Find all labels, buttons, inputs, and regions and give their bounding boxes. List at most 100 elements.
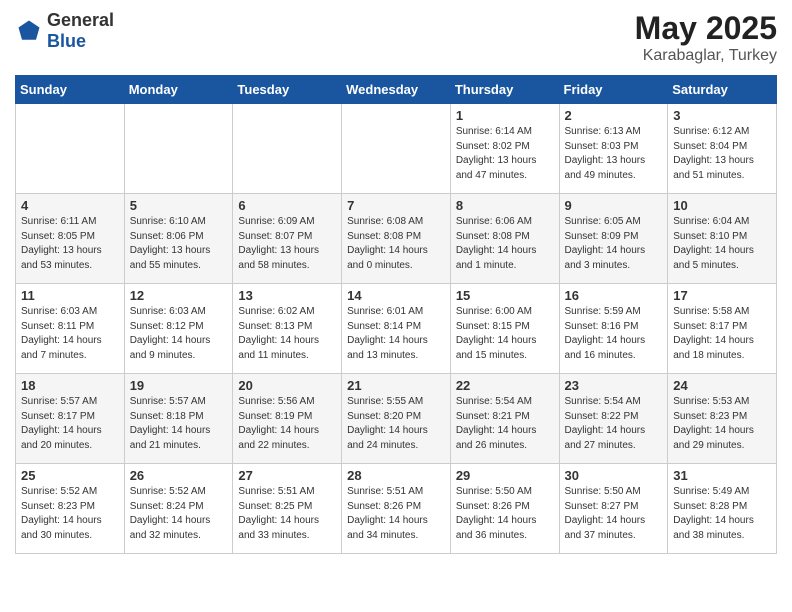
day-info: Sunrise: 6:13 AM Sunset: 8:03 PM Dayligh… (565, 125, 663, 183)
week-row-2: 4 Sunrise: 6:11 AM Sunset: 8:05 PM Daylig… (16, 194, 777, 284)
day-number: 7 (347, 198, 445, 213)
day-number: 16 (565, 288, 663, 303)
day-cell: 31 Sunrise: 5:49 AM Sunset: 8:28 PM Dayli… (668, 464, 777, 554)
day-number: 24 (673, 378, 771, 393)
day-info: Sunrise: 5:51 AM Sunset: 8:26 PM Dayligh… (347, 485, 445, 543)
day-number: 9 (565, 198, 663, 213)
day-number: 30 (565, 468, 663, 483)
day-cell: 11Sunrise: 6:03 AM Sunset: 8:11 PM Dayli… (16, 284, 125, 374)
day-info: Sunrise: 5:52 AM Sunset: 8:23 PM Dayligh… (21, 485, 119, 543)
day-cell: 1Sunrise: 6:14 AM Sunset: 8:02 PM Daylig… (450, 104, 559, 194)
calendar-title: May 2025 (635, 10, 777, 47)
day-info: Sunrise: 5:59 AM Sunset: 8:16 PM Dayligh… (565, 305, 663, 363)
day-cell: 13 Sunrise: 6:02 AM Sunset: 8:13 PM Dayli… (233, 284, 342, 374)
calendar-table: SundayMondayTuesdayWednesdayThursdayFrid… (15, 75, 777, 554)
day-number: 25 (21, 468, 119, 483)
day-info: Sunrise: 6:03 AM Sunset: 8:11 PM Dayligh… (21, 305, 119, 363)
calendar-location: Karabaglar, Turkey (635, 47, 777, 65)
day-cell: 24 Sunrise: 5:53 AM Sunset: 8:23 PM Dayli… (668, 374, 777, 464)
week-row-5: 25 Sunrise: 5:52 AM Sunset: 8:23 PM Dayli… (16, 464, 777, 554)
day-cell (342, 104, 451, 194)
day-cell: 29 Sunrise: 5:50 AM Sunset: 8:26 PM Dayli… (450, 464, 559, 554)
day-cell: 25 Sunrise: 5:52 AM Sunset: 8:23 PM Dayli… (16, 464, 125, 554)
day-info: Sunrise: 5:50 AM Sunset: 8:26 PM Dayligh… (456, 485, 554, 543)
logo-general-text: General (47, 10, 114, 30)
day-info: Sunrise: 5:54 AM Sunset: 8:21 PM Dayligh… (456, 395, 554, 453)
day-number: 22 (456, 378, 554, 393)
day-cell: 8 Sunrise: 6:06 AM Sunset: 8:08 PM Daylig… (450, 194, 559, 284)
day-info: Sunrise: 5:50 AM Sunset: 8:27 PM Dayligh… (565, 485, 663, 543)
day-info: Sunrise: 5:54 AM Sunset: 8:22 PM Dayligh… (565, 395, 663, 453)
logo-icon (15, 17, 43, 45)
day-number: 13 (238, 288, 336, 303)
day-cell: 2 Sunrise: 6:13 AM Sunset: 8:03 PM Daylig… (559, 104, 668, 194)
day-number: 31 (673, 468, 771, 483)
day-cell: 16 Sunrise: 5:59 AM Sunset: 8:16 PM Dayli… (559, 284, 668, 374)
week-row-4: 18 Sunrise: 5:57 AM Sunset: 8:17 PM Dayli… (16, 374, 777, 464)
day-info: Sunrise: 6:06 AM Sunset: 8:08 PM Dayligh… (456, 215, 554, 273)
day-number: 28 (347, 468, 445, 483)
day-cell: 26 Sunrise: 5:52 AM Sunset: 8:24 PM Dayli… (124, 464, 233, 554)
day-number: 12 (130, 288, 228, 303)
day-info: Sunrise: 6:04 AM Sunset: 8:10 PM Dayligh… (673, 215, 771, 273)
day-number: 3 (673, 108, 771, 123)
day-cell: 20Sunrise: 5:56 AM Sunset: 8:19 PM Dayli… (233, 374, 342, 464)
day-cell (124, 104, 233, 194)
day-cell: 6 Sunrise: 6:09 AM Sunset: 8:07 PM Daylig… (233, 194, 342, 284)
day-info: Sunrise: 6:10 AM Sunset: 8:06 PM Dayligh… (130, 215, 228, 273)
day-cell: 12Sunrise: 6:03 AM Sunset: 8:12 PM Dayli… (124, 284, 233, 374)
day-info: Sunrise: 5:58 AM Sunset: 8:17 PM Dayligh… (673, 305, 771, 363)
day-number: 18 (21, 378, 119, 393)
day-number: 5 (130, 198, 228, 213)
day-info: Sunrise: 6:11 AM Sunset: 8:05 PM Dayligh… (21, 215, 119, 273)
weekday-header-saturday: Saturday (668, 76, 777, 104)
day-cell: 21Sunrise: 5:55 AM Sunset: 8:20 PM Dayli… (342, 374, 451, 464)
day-number: 1 (456, 108, 554, 123)
day-cell: 27Sunrise: 5:51 AM Sunset: 8:25 PM Dayli… (233, 464, 342, 554)
day-number: 21 (347, 378, 445, 393)
day-number: 14 (347, 288, 445, 303)
day-cell: 22 Sunrise: 5:54 AM Sunset: 8:21 PM Dayli… (450, 374, 559, 464)
day-number: 8 (456, 198, 554, 213)
logo-blue-text: Blue (47, 31, 86, 51)
logo: General Blue (15, 10, 114, 52)
day-info: Sunrise: 6:00 AM Sunset: 8:15 PM Dayligh… (456, 305, 554, 363)
weekday-header-friday: Friday (559, 76, 668, 104)
day-number: 26 (130, 468, 228, 483)
day-info: Sunrise: 6:02 AM Sunset: 8:13 PM Dayligh… (238, 305, 336, 363)
day-info: Sunrise: 5:57 AM Sunset: 8:18 PM Dayligh… (130, 395, 228, 453)
day-info: Sunrise: 5:51 AM Sunset: 8:25 PM Dayligh… (238, 485, 336, 543)
day-cell: 14Sunrise: 6:01 AM Sunset: 8:14 PM Dayli… (342, 284, 451, 374)
weekday-header-monday: Monday (124, 76, 233, 104)
weekday-header-wednesday: Wednesday (342, 76, 451, 104)
day-cell: 23 Sunrise: 5:54 AM Sunset: 8:22 PM Dayli… (559, 374, 668, 464)
day-number: 6 (238, 198, 336, 213)
title-block: May 2025 Karabaglar, Turkey (635, 10, 777, 65)
day-cell: 30 Sunrise: 5:50 AM Sunset: 8:27 PM Dayli… (559, 464, 668, 554)
day-info: Sunrise: 5:52 AM Sunset: 8:24 PM Dayligh… (130, 485, 228, 543)
weekday-header-row: SundayMondayTuesdayWednesdayThursdayFrid… (16, 76, 777, 104)
day-cell: 7Sunrise: 6:08 AM Sunset: 8:08 PM Daylig… (342, 194, 451, 284)
day-info: Sunrise: 5:57 AM Sunset: 8:17 PM Dayligh… (21, 395, 119, 453)
day-number: 2 (565, 108, 663, 123)
page-header: General Blue May 2025 Karabaglar, Turkey (15, 10, 777, 65)
day-info: Sunrise: 5:53 AM Sunset: 8:23 PM Dayligh… (673, 395, 771, 453)
day-cell: 3Sunrise: 6:12 AM Sunset: 8:04 PM Daylig… (668, 104, 777, 194)
day-number: 4 (21, 198, 119, 213)
day-info: Sunrise: 5:49 AM Sunset: 8:28 PM Dayligh… (673, 485, 771, 543)
day-number: 20 (238, 378, 336, 393)
day-info: Sunrise: 6:05 AM Sunset: 8:09 PM Dayligh… (565, 215, 663, 273)
day-cell: 15Sunrise: 6:00 AM Sunset: 8:15 PM Dayli… (450, 284, 559, 374)
weekday-header-tuesday: Tuesday (233, 76, 342, 104)
day-info: Sunrise: 6:09 AM Sunset: 8:07 PM Dayligh… (238, 215, 336, 273)
day-number: 19 (130, 378, 228, 393)
day-number: 29 (456, 468, 554, 483)
day-cell: 19 Sunrise: 5:57 AM Sunset: 8:18 PM Dayli… (124, 374, 233, 464)
weekday-header-thursday: Thursday (450, 76, 559, 104)
day-cell: 9 Sunrise: 6:05 AM Sunset: 8:09 PM Daylig… (559, 194, 668, 284)
day-cell: 17Sunrise: 5:58 AM Sunset: 8:17 PM Dayli… (668, 284, 777, 374)
day-number: 23 (565, 378, 663, 393)
day-cell: 5 Sunrise: 6:10 AM Sunset: 8:06 PM Daylig… (124, 194, 233, 284)
day-cell: 4 Sunrise: 6:11 AM Sunset: 8:05 PM Daylig… (16, 194, 125, 284)
day-cell (233, 104, 342, 194)
